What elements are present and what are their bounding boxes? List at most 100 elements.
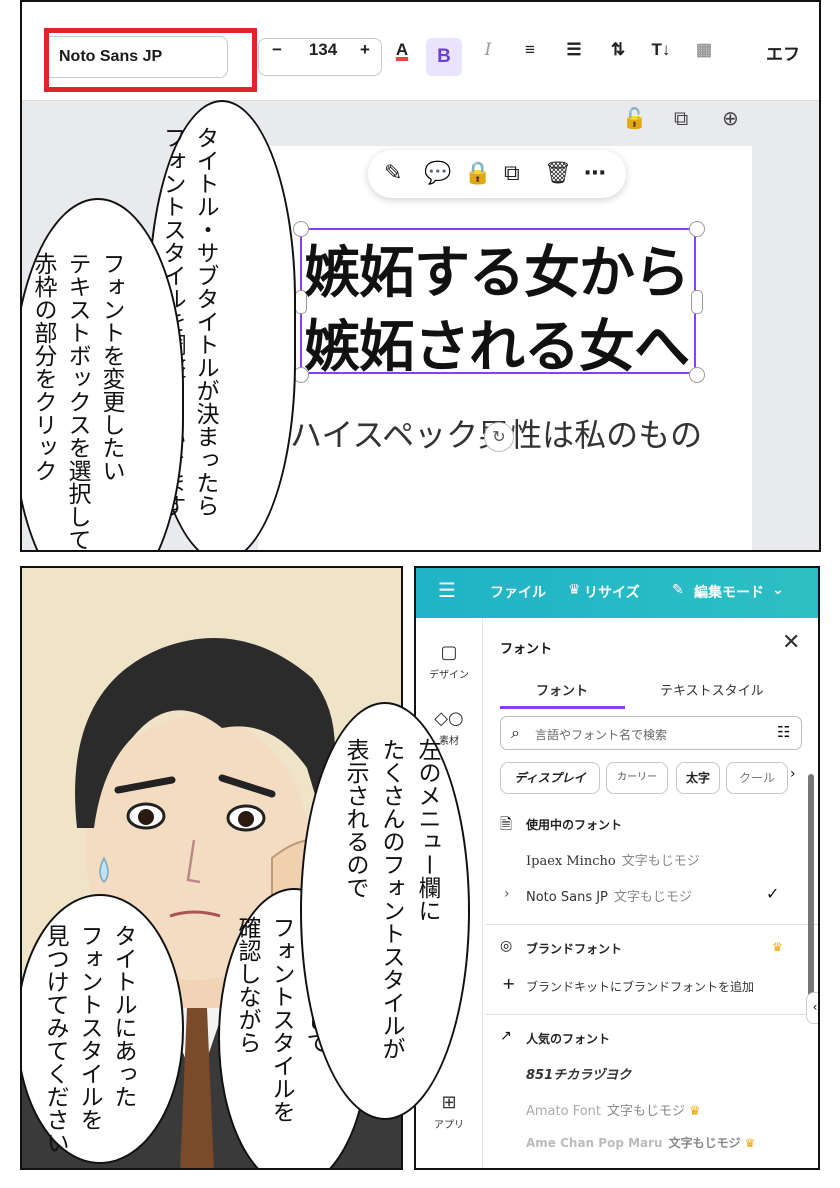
bold-button[interactable]: B xyxy=(426,38,462,76)
chevron-down-icon[interactable]: ⌄ xyxy=(772,582,784,598)
trash-icon[interactable]: 🗑 xyxy=(544,160,572,188)
highlight-frame xyxy=(44,28,257,92)
section-brand: ブランドフォント xyxy=(526,942,623,956)
add-page-icon[interactable]: ⊕ xyxy=(722,106,739,130)
font-item[interactable]: Ame Chan Pop Maru 文字もじモジ ♛ xyxy=(526,1134,755,1151)
add-brand-font-link[interactable]: ブランドキットにブランドフォントを追加 xyxy=(526,978,754,995)
font-item-selected[interactable]: Noto Sans JP 文字もじモジ xyxy=(526,886,692,905)
edit-mode-menu[interactable]: 編集モード xyxy=(694,582,764,602)
effects-button[interactable]: エフ xyxy=(766,40,819,74)
bubble-line: タイトルにあった xyxy=(110,924,136,1108)
chevron-right-icon[interactable]: › xyxy=(790,766,796,782)
plus-icon[interactable]: + xyxy=(502,974,515,993)
font-name: Ame Chan Pop Maru xyxy=(526,1136,663,1150)
filter-chip[interactable]: クール xyxy=(726,762,788,794)
bubble-line: タイトル・サブタイトルが決まったら xyxy=(192,126,218,517)
spacing-icon[interactable]: ⇅ xyxy=(604,40,632,74)
bubble-line: たくさんのフォントスタイルが xyxy=(378,738,404,1060)
font-item[interactable]: Amato Font 文字もじモジ ♛ xyxy=(526,1100,701,1119)
resize-menu[interactable]: リサイズ xyxy=(584,582,640,602)
tab-text-styles[interactable]: テキストスタイル xyxy=(660,680,764,699)
resize-handle[interactable] xyxy=(689,221,705,237)
font-item[interactable]: 851チカラヅヨク xyxy=(526,1064,631,1083)
design-icon: ▢ xyxy=(440,642,458,663)
more-icon[interactable]: ⋯ xyxy=(584,160,606,188)
font-name: 851チカラヅヨク xyxy=(526,1068,632,1083)
section-in-use: 使用中のフォント xyxy=(526,818,623,832)
tab-fonts[interactable]: フォント xyxy=(536,680,588,699)
font-name: Amato Font xyxy=(526,1104,602,1119)
decrease-size-button[interactable]: − xyxy=(262,40,292,74)
document-icon: 🗎 xyxy=(500,815,513,833)
crown-icon: ♛ xyxy=(689,1104,701,1119)
brand-icon: ◎ xyxy=(500,938,513,954)
duplicate-icon[interactable]: ⧉ xyxy=(504,160,520,188)
filter-icon[interactable]: ☷ xyxy=(777,723,790,741)
speech-bubble-menu: 左のメニュー欄に たくさんのフォントスタイルが 表示されるので xyxy=(300,702,470,1120)
hamburger-icon[interactable]: ☰ xyxy=(438,578,456,602)
font-search-input[interactable]: ⌕ 言語やフォント名で検索 ☷ xyxy=(500,716,802,750)
bubble-line: 左のメニュー欄に xyxy=(414,738,440,922)
rotate-icon[interactable]: ↻ xyxy=(484,422,514,452)
duplicate-icon[interactable]: ⧉ xyxy=(674,106,688,130)
canva-font-panel-screenshot: ☰ ファイル ♛ リサイズ ✎ 編集モード ⌄ ▢ デザイン ◇○ 素材 ⊞ ア… xyxy=(414,566,820,1170)
collapse-panel-button[interactable]: ‹ xyxy=(806,992,818,1024)
bubble-line: 赤枠の部分をクリック xyxy=(30,252,56,482)
section-popular: 人気のフォント xyxy=(526,1032,611,1046)
filter-chip[interactable]: カーリー xyxy=(606,762,668,794)
comment-icon[interactable]: 💬 xyxy=(424,160,451,188)
apps-icon: ⊞ xyxy=(441,1092,457,1113)
list-icon[interactable]: ☰ xyxy=(560,40,588,74)
pencil-icon: ✎ xyxy=(672,582,684,598)
active-tab-indicator xyxy=(500,706,625,709)
elements-icon: ◇○ xyxy=(434,708,464,729)
crown-icon: ♛ xyxy=(568,582,581,598)
font-sample: 文字もじモジ xyxy=(668,1136,741,1150)
divider xyxy=(486,924,818,925)
file-menu[interactable]: ファイル xyxy=(490,582,546,602)
increase-size-button[interactable]: + xyxy=(350,40,380,74)
filter-chip[interactable]: 太字 xyxy=(676,762,720,794)
bubble-line: フォントを変更したい xyxy=(98,252,124,482)
nav-item-apps[interactable]: ⊞ アプリ xyxy=(416,1092,482,1131)
chevron-right-icon[interactable]: › xyxy=(504,886,510,902)
speech-bubble-left-bottom: タイトルにあった フォントスタイルを 見つけてみてください xyxy=(22,894,184,1164)
panel-title: フォント xyxy=(500,642,553,657)
resize-handle[interactable] xyxy=(689,367,705,383)
bubble-line: テキストボックスを選択して xyxy=(64,252,90,551)
font-sample: 文字もじモジ xyxy=(613,890,692,905)
top-panel: Noto Sans JP − 134 + A B I ≡ ☰ ⇅ T↓ ▦ エフ… xyxy=(20,0,821,552)
nav-item-label: アプリ xyxy=(434,1120,464,1131)
font-item[interactable]: Ipaex Mincho 文字もじモジ xyxy=(526,850,700,869)
nav-item-design[interactable]: ▢ デザイン xyxy=(416,642,482,681)
divider xyxy=(486,1014,818,1015)
filter-chip[interactable]: ディスプレイ xyxy=(500,762,600,794)
check-icon: ✓ xyxy=(766,884,780,903)
search-icon: ⌕ xyxy=(511,723,520,742)
context-menu: ✎ 💬 🔒 ⧉ 🗑 ⋯ xyxy=(368,150,626,198)
magic-icon[interactable]: ✎ xyxy=(384,160,402,188)
close-icon[interactable]: ✕ xyxy=(782,630,800,655)
trending-icon: ↗ xyxy=(500,1028,512,1044)
text-direction-icon[interactable]: T↓ xyxy=(644,40,678,74)
bubble-line: 確認しながら xyxy=(234,916,260,1054)
crown-icon: ♛ xyxy=(744,1136,756,1150)
resize-handle[interactable] xyxy=(691,290,703,314)
scrollbar[interactable] xyxy=(808,774,814,1022)
bubble-line: 見つけてみてください xyxy=(42,924,68,1154)
bubble-line: フォントスタイルを xyxy=(268,916,294,1123)
font-size-input[interactable]: 134 xyxy=(294,40,352,74)
editor-header: ☰ ファイル ♛ リサイズ ✎ 編集モード ⌄ xyxy=(416,568,818,618)
nav-item-label: デザイン xyxy=(429,670,469,681)
title-line-1: 嫉妬する女から xyxy=(304,241,690,306)
align-icon[interactable]: ≡ xyxy=(516,40,544,74)
font-sample: 文字もじモジ xyxy=(607,1104,686,1119)
italic-button[interactable]: I xyxy=(474,40,502,74)
lock-icon[interactable]: 🔒 xyxy=(464,160,491,188)
text-color-button[interactable]: A xyxy=(388,40,416,74)
font-name: Noto Sans JP xyxy=(526,890,608,905)
search-placeholder: 言語やフォント名で検索 xyxy=(535,728,668,742)
transparency-icon[interactable]: ▦ xyxy=(690,40,718,74)
font-sample: 文字もじモジ xyxy=(621,854,700,869)
lock-icon[interactable]: 🔓 xyxy=(622,106,647,130)
